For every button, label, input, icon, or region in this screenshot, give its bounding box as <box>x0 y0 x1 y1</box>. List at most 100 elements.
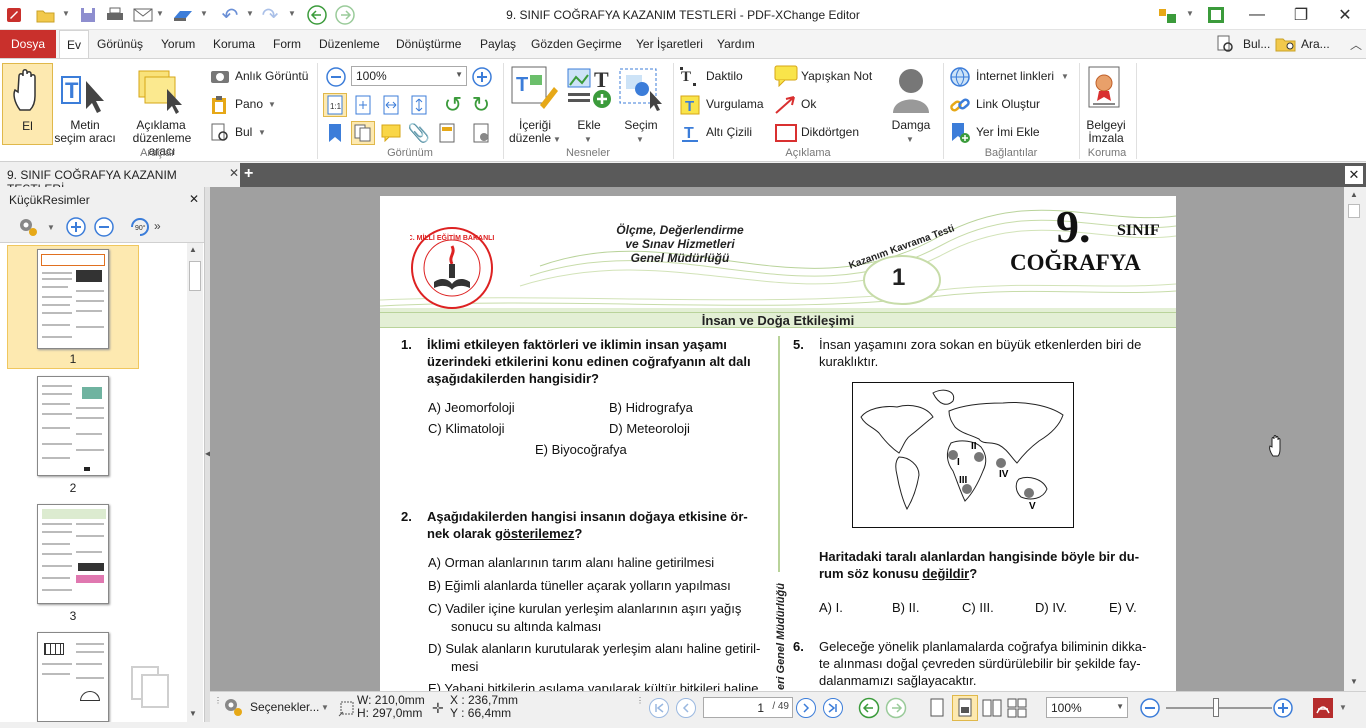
select-object-label[interactable]: Seçim <box>616 119 666 132</box>
chevron-down-icon[interactable]: ▼ <box>584 135 592 144</box>
chevron-down-icon[interactable]: ▼ <box>258 128 266 137</box>
tab-edit[interactable]: Düzenleme <box>312 30 387 58</box>
next-page-icon[interactable] <box>795 697 817 719</box>
tab-form[interactable]: Form <box>266 30 308 58</box>
tab-file[interactable]: Dosya <box>0 30 57 58</box>
sign-document-icon[interactable] <box>1085 65 1125 113</box>
zoom-in-thumb-icon[interactable] <box>65 216 87 238</box>
thumbnail-page-2[interactable] <box>37 376 109 476</box>
find-icon[interactable] <box>1216 35 1234 53</box>
zoom-slider-track[interactable] <box>1166 707 1272 709</box>
scroll-up-icon[interactable]: ▲ <box>1350 190 1358 199</box>
properties-pane-icon[interactable] <box>469 121 493 145</box>
thumbnail-page-1[interactable] <box>37 249 109 349</box>
edit-content-label-2[interactable]: düzenle <box>505 132 555 145</box>
thumbnail-page-3[interactable] <box>37 504 109 604</box>
thumbnails-scrollbar[interactable]: ▲ ▼ <box>187 243 203 722</box>
rotate-left-icon[interactable]: ↺ <box>441 92 465 117</box>
zoom-slider-thumb[interactable] <box>1213 698 1219 717</box>
find-ribbon-button[interactable]: Bul <box>235 125 252 139</box>
edit-content-icon[interactable]: T <box>510 65 560 111</box>
find-button[interactable]: Bul... <box>1236 30 1277 58</box>
first-page-icon[interactable] <box>648 697 670 719</box>
scroll-thumb[interactable] <box>189 261 201 291</box>
chevron-down-icon[interactable]: ▼ <box>553 135 561 144</box>
chevron-down-icon[interactable]: ▼ <box>1186 9 1194 18</box>
facing-continuous-icon[interactable] <box>1006 697 1028 719</box>
fit-visible-icon[interactable] <box>407 93 431 117</box>
clipboard-button[interactable]: Pano <box>235 97 263 111</box>
typewriter-button[interactable]: Daktilo <box>706 69 743 83</box>
page-current[interactable]: 1 <box>757 701 764 715</box>
tab-protect[interactable]: Koruma <box>206 30 262 58</box>
pdf-acrobat-icon[interactable] <box>1312 697 1334 719</box>
comments-pane-icon[interactable] <box>379 121 403 145</box>
options-gear-icon[interactable] <box>222 696 244 718</box>
sticky-note-button[interactable]: Yapışkan Not <box>801 69 872 83</box>
document-tab[interactable]: 9. SINIF COĞRAFYA KAZANIM TESTLERİ ✕ <box>0 163 240 196</box>
stamp-icon[interactable] <box>887 65 935 115</box>
continuous-page-icon[interactable] <box>952 695 978 721</box>
add-object-icon[interactable]: T <box>566 65 616 111</box>
stamp-label[interactable]: Damga <box>884 119 938 132</box>
create-link-button[interactable]: Link Oluştur <box>976 97 1040 111</box>
close-document-icon[interactable]: ✕ <box>1345 166 1363 184</box>
chevron-down-icon[interactable]: ▼ <box>47 223 55 232</box>
chevron-down-icon[interactable]: ▼ <box>268 100 276 109</box>
add-object-label[interactable]: Ekle <box>566 119 612 132</box>
close-tab-icon[interactable]: ✕ <box>229 166 239 180</box>
minimize-button[interactable]: — <box>1234 0 1280 30</box>
select-object-icon[interactable] <box>616 65 666 111</box>
ribbon-collapse-icon[interactable]: ︿ <box>1350 36 1362 53</box>
next-view-icon[interactable] <box>885 697 907 719</box>
ui-options-icon[interactable] <box>1158 5 1178 25</box>
scroll-down-icon[interactable]: ▼ <box>189 709 197 718</box>
single-page-icon[interactable] <box>926 697 948 719</box>
sign-label-2[interactable]: İmzala <box>1080 132 1132 145</box>
snapshot-button[interactable]: Anlık Görüntü <box>235 69 308 83</box>
options-button[interactable]: Seçenekler... <box>250 700 319 714</box>
rotate-thumb-icon[interactable]: 90° <box>128 216 152 238</box>
tab-home[interactable]: Ev <box>59 30 90 59</box>
chevron-down-icon[interactable]: ▼ <box>636 135 644 144</box>
zoom-out-icon[interactable] <box>325 66 347 88</box>
close-button[interactable]: ✕ <box>1322 0 1366 30</box>
attachments-pane-icon[interactable]: 📎 <box>407 121 431 145</box>
maximize-button[interactable]: ❐ <box>1278 0 1324 30</box>
status-zoom-out-icon[interactable] <box>1139 697 1161 719</box>
close-pane-icon[interactable]: ✕ <box>189 192 199 206</box>
text-select-label-2[interactable]: seçim aracı <box>52 132 118 145</box>
scroll-down-icon[interactable]: ▼ <box>1350 677 1358 686</box>
thumbnail-page-4[interactable] <box>37 632 109 722</box>
viewer-scrollbar[interactable]: ▲ ▼ <box>1344 187 1366 691</box>
highlight-button[interactable]: Vurgulama <box>706 97 764 111</box>
thumb-options-icon[interactable] <box>16 215 40 239</box>
chevron-down-icon[interactable]: ▼ <box>1339 703 1347 712</box>
rectangle-button[interactable]: Dikdörtgen <box>801 125 859 139</box>
arrow-button[interactable]: Ok <box>801 97 816 111</box>
rotate-right-icon[interactable]: ↻ <box>469 92 493 117</box>
hand-tool-button[interactable]: El <box>2 63 53 145</box>
prev-view-icon[interactable] <box>858 697 880 719</box>
web-links-button[interactable]: İnternet linkleri <box>976 69 1054 83</box>
search-button[interactable]: Ara... <box>1294 30 1337 58</box>
zoom-select[interactable]: 100% ▼ <box>351 66 467 86</box>
chevron-down-icon[interactable]: ▼ <box>1061 72 1069 81</box>
facing-pages-icon[interactable] <box>981 697 1003 719</box>
tab-bookmarks[interactable]: Yer İşaretleri <box>629 30 710 58</box>
thumbnails-pane-icon[interactable] <box>351 121 375 145</box>
fit-page-icon[interactable] <box>351 93 375 117</box>
status-zoom-in-icon[interactable] <box>1272 697 1294 719</box>
fit-width-icon[interactable] <box>379 93 403 117</box>
tab-convert[interactable]: Dönüştürme <box>389 30 468 58</box>
tab-share[interactable]: Paylaş <box>473 30 523 58</box>
scroll-thumb[interactable] <box>1348 204 1360 218</box>
add-bookmark-button[interactable]: Yer İmi Ekle <box>976 125 1040 139</box>
scroll-up-icon[interactable]: ▲ <box>189 245 197 254</box>
status-zoom-select[interactable]: 100% ▼ <box>1046 697 1128 718</box>
tab-review[interactable]: Gözden Geçirme <box>524 30 629 58</box>
chevron-down-icon[interactable]: ▼ <box>906 135 914 144</box>
page-number-field[interactable]: 1 / 49 <box>703 697 793 718</box>
fullscreen-icon[interactable] <box>1206 5 1226 25</box>
zoom-out-thumb-icon[interactable] <box>93 216 115 238</box>
